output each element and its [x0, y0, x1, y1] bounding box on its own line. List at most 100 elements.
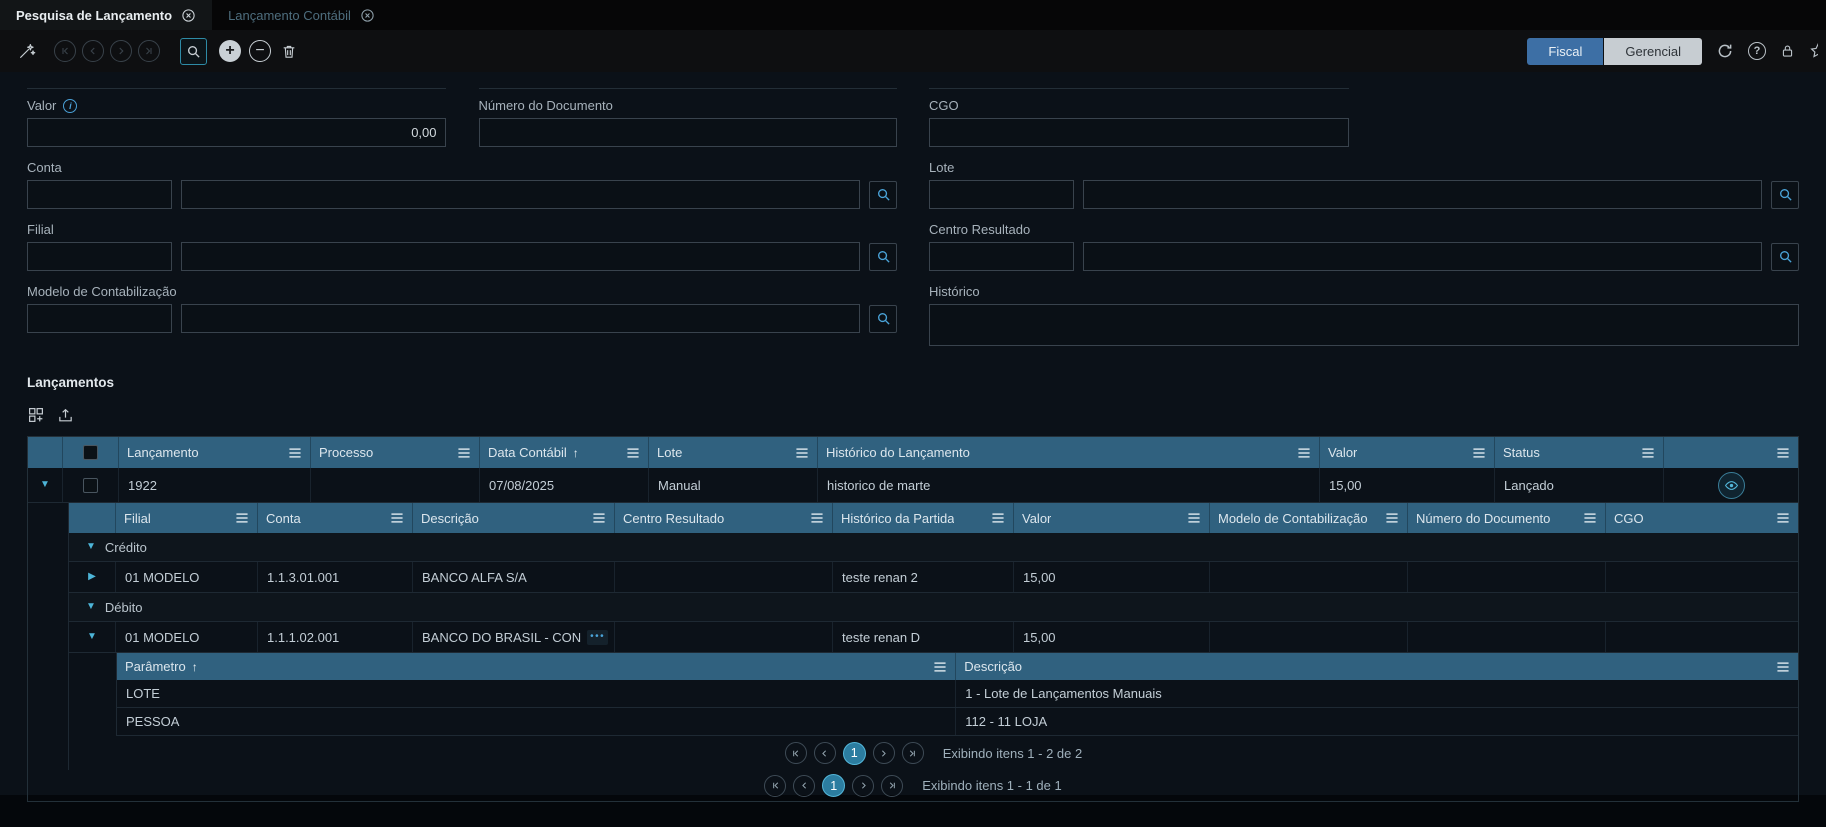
column-header-historico[interactable]: Histórico do Lançamento	[818, 437, 1320, 468]
table-row[interactable]: ▼ 1922 07/08/2025 Manual historico de ma…	[28, 468, 1798, 503]
last-page-button[interactable]	[902, 742, 924, 764]
add-button[interactable]: +	[219, 40, 241, 62]
credito-group-row[interactable]: ▼ Crédito	[69, 533, 1798, 562]
column-menu-icon[interactable]	[991, 512, 1005, 524]
search-button[interactable]	[180, 38, 207, 65]
column-header-numero-documento[interactable]: Número do Documento	[1408, 503, 1606, 533]
column-menu-icon[interactable]	[390, 512, 404, 524]
detail-row-debito[interactable]: ▼ 01 MODELO 1.1.1.02.001 BANCO DO BRASIL…	[69, 622, 1798, 653]
debito-group-row[interactable]: ▼ Débito	[69, 593, 1798, 622]
lote-lookup-button[interactable]	[1771, 181, 1799, 209]
centro-resultado-lookup-button[interactable]	[1771, 243, 1799, 271]
column-menu-icon[interactable]	[933, 661, 947, 673]
remove-button[interactable]: −	[249, 40, 271, 62]
conta-desc-input[interactable]	[181, 180, 860, 209]
export-icon[interactable]	[57, 406, 74, 424]
column-header-cgo[interactable]: CGO	[1606, 503, 1798, 533]
first-page-button[interactable]	[785, 742, 807, 764]
manage-columns-icon[interactable]	[27, 406, 45, 424]
conta-lookup-button[interactable]	[869, 181, 897, 209]
column-menu-icon[interactable]	[1641, 447, 1655, 459]
debito-group-expander-icon[interactable]: ▼	[86, 602, 96, 612]
filial-lookup-button[interactable]	[869, 243, 897, 271]
column-menu-icon[interactable]	[1472, 447, 1486, 459]
last-record-icon[interactable]	[138, 40, 160, 62]
column-menu-icon[interactable]	[592, 512, 606, 524]
cgo-input[interactable]	[929, 118, 1349, 147]
column-header-parametro[interactable]: Parâmetro↑	[117, 653, 956, 680]
column-menu-icon[interactable]	[810, 512, 824, 524]
filial-desc-input[interactable]	[181, 242, 860, 271]
column-header-detail-valor[interactable]: Valor	[1014, 503, 1210, 533]
column-header-data-contabil[interactable]: Data Contábil↑	[480, 437, 649, 468]
column-header-lote[interactable]: Lote	[649, 437, 818, 468]
tab-lancamento-contabil[interactable]: Lançamento Contábil	[212, 0, 391, 30]
last-page-button[interactable]	[881, 775, 903, 797]
column-menu-icon[interactable]	[1776, 661, 1790, 673]
centro-resultado-desc-input[interactable]	[1083, 242, 1762, 271]
close-tab-icon[interactable]	[360, 8, 375, 23]
previous-record-icon[interactable]	[82, 40, 104, 62]
column-menu-icon[interactable]	[1776, 447, 1790, 459]
close-tab-icon[interactable]	[181, 8, 196, 23]
column-menu-icon[interactable]	[1583, 512, 1597, 524]
numero-documento-input[interactable]	[479, 118, 898, 147]
column-menu-icon[interactable]	[1776, 512, 1790, 524]
column-header-filial[interactable]: Filial	[116, 503, 258, 533]
column-header-processo[interactable]: Processo	[311, 437, 480, 468]
column-header-historico-partida[interactable]: Histórico da Partida	[833, 503, 1014, 533]
select-all-checkbox[interactable]	[83, 445, 98, 460]
column-menu-icon[interactable]	[1385, 512, 1399, 524]
detail-row-credito[interactable]: ▶ 01 MODELO 1.1.3.01.001 BANCO ALFA S/A …	[69, 562, 1798, 593]
column-header-lancamento[interactable]: Lançamento	[119, 437, 311, 468]
credito-group-expander-icon[interactable]: ▼	[86, 542, 96, 552]
column-header-valor[interactable]: Valor	[1320, 437, 1495, 468]
column-menu-icon[interactable]	[626, 447, 640, 459]
first-record-icon[interactable]	[54, 40, 76, 62]
gerencial-button[interactable]: Gerencial	[1604, 38, 1702, 65]
column-menu-icon[interactable]	[235, 512, 249, 524]
column-menu-icon[interactable]	[1297, 447, 1311, 459]
refresh-icon[interactable]	[1716, 42, 1734, 60]
column-menu-icon[interactable]	[288, 447, 302, 459]
expand-row-icon[interactable]: ▶	[88, 572, 96, 582]
star-icon[interactable]	[1809, 42, 1818, 60]
conta-code-input[interactable]	[27, 180, 172, 209]
column-menu-icon[interactable]	[1187, 512, 1201, 524]
parameter-row[interactable]: PESSOA 112 - 11 LOJA	[117, 708, 1798, 736]
lock-icon[interactable]	[1780, 43, 1795, 59]
trash-icon[interactable]	[281, 43, 297, 60]
lote-code-input[interactable]	[929, 180, 1074, 209]
valor-input[interactable]	[27, 118, 446, 147]
filial-code-input[interactable]	[27, 242, 172, 271]
modelo-code-input[interactable]	[27, 304, 172, 333]
column-menu-icon[interactable]	[457, 447, 471, 459]
historico-input[interactable]	[929, 304, 1799, 346]
next-record-icon[interactable]	[110, 40, 132, 62]
modelo-lookup-button[interactable]	[869, 305, 897, 333]
info-icon[interactable]: i	[63, 99, 77, 113]
previous-page-button[interactable]	[814, 742, 836, 764]
parameter-row[interactable]: LOTE 1 - Lote de Lançamentos Manuais	[117, 680, 1798, 708]
lote-desc-input[interactable]	[1083, 180, 1762, 209]
column-header-descricao[interactable]: Descrição	[413, 503, 615, 533]
next-page-button[interactable]	[873, 742, 895, 764]
next-page-button[interactable]	[852, 775, 874, 797]
row-checkbox[interactable]	[83, 478, 98, 493]
overflow-ellipsis-icon[interactable]: •••	[587, 630, 608, 645]
first-page-button[interactable]	[764, 775, 786, 797]
column-header-centro-resultado[interactable]: Centro Resultado	[615, 503, 833, 533]
column-header-modelo[interactable]: Modelo de Contabilização	[1210, 503, 1408, 533]
previous-page-button[interactable]	[793, 775, 815, 797]
column-header-conta[interactable]: Conta	[258, 503, 413, 533]
page-number-button[interactable]: 1	[843, 742, 866, 765]
column-header-status[interactable]: Status	[1495, 437, 1664, 468]
column-menu-icon[interactable]	[795, 447, 809, 459]
view-row-button[interactable]	[1718, 472, 1745, 499]
fiscal-button[interactable]: Fiscal	[1527, 38, 1603, 65]
page-number-button[interactable]: 1	[822, 774, 845, 797]
modelo-desc-input[interactable]	[181, 304, 860, 333]
collapse-row-icon[interactable]: ▼	[87, 632, 97, 642]
magic-wand-icon[interactable]	[18, 42, 36, 60]
collapse-row-icon[interactable]: ▼	[40, 480, 50, 490]
